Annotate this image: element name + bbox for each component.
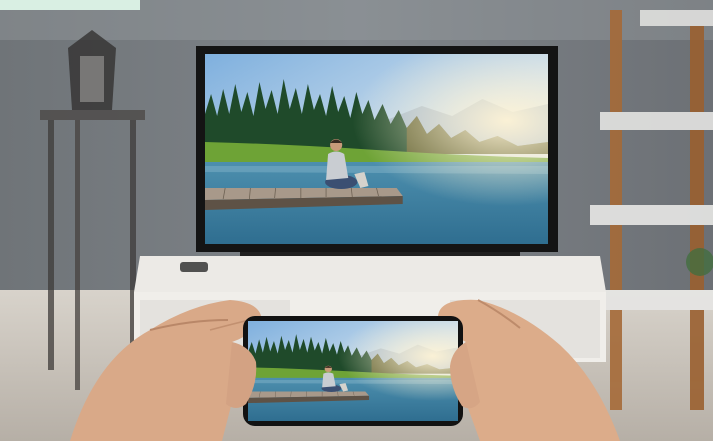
living-room-scene: [0, 0, 713, 441]
tv-screen: [205, 54, 548, 244]
frame-corner-accent: [0, 0, 140, 10]
smartphone: [243, 316, 463, 426]
television: [196, 46, 558, 256]
phone-screen: [248, 321, 458, 421]
photo-frame: [0, 0, 713, 441]
